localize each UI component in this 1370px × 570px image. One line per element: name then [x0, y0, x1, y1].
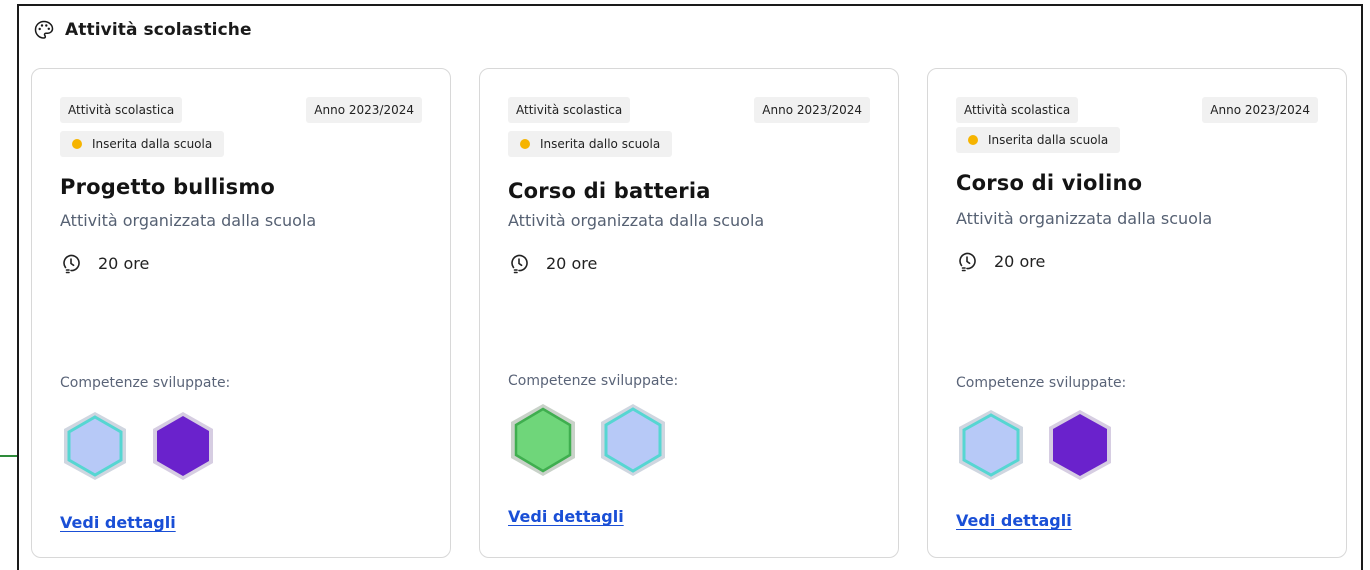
- competenze-list: [60, 409, 216, 483]
- section-header: Attività scolastiche: [33, 19, 252, 41]
- activity-subtitle: Attività organizzata dalla scuola: [508, 211, 765, 230]
- palette-icon: [34, 20, 54, 39]
- details-link[interactable]: Vedi dettagli: [60, 513, 176, 532]
- activity-title: Corso di violino: [956, 171, 1143, 195]
- status-dot-icon: [520, 139, 530, 149]
- hours-row: 20 ore: [60, 252, 422, 274]
- activities-panel: Attività scolastiche Attività scolastica…: [17, 4, 1363, 570]
- activity-card: Attività scolastica Anno 2023/2024 Inser…: [479, 68, 899, 558]
- light-blue-hexagon-icon[interactable]: [598, 401, 668, 479]
- status-badge: Inserita dallo scuola: [508, 131, 673, 157]
- activity-title: Corso di batteria: [508, 179, 711, 203]
- hours-value: 20 ore: [546, 253, 598, 273]
- competenze-label: Competenze sviluppate:: [508, 373, 679, 389]
- status-label: Inserita dalla scuola: [988, 133, 1109, 147]
- green-hexagon-icon[interactable]: [508, 401, 578, 479]
- light-blue-hexagon-icon[interactable]: [956, 407, 1026, 483]
- year-tag: Anno 2023/2024: [1202, 97, 1318, 123]
- status-dot-icon: [72, 139, 82, 149]
- details-link[interactable]: Vedi dettagli: [508, 507, 624, 526]
- light-blue-hexagon-icon[interactable]: [60, 409, 130, 483]
- hours-row: 20 ore: [508, 252, 870, 274]
- clock-history-icon: [63, 254, 80, 274]
- activity-card: Attività scolastica Anno 2023/2024 Inser…: [31, 68, 451, 558]
- details-link[interactable]: Vedi dettagli: [956, 511, 1072, 530]
- status-label: Inserita dallo scuola: [540, 137, 661, 151]
- clock-history-icon: [959, 252, 976, 272]
- status-badge: Inserita dalla scuola: [956, 127, 1121, 153]
- year-tag: Anno 2023/2024: [306, 97, 422, 123]
- status-dot-icon: [968, 135, 978, 145]
- status-label: Inserita dalla scuola: [92, 137, 213, 151]
- competenze-label: Competenze sviluppate:: [956, 375, 1127, 391]
- purple-hexagon-icon[interactable]: [1046, 407, 1114, 483]
- hours-row: 20 ore: [956, 250, 1318, 272]
- hours-value: 20 ore: [98, 253, 150, 273]
- section-title: Attività scolastiche: [65, 20, 252, 40]
- year-tag: Anno 2023/2024: [754, 97, 870, 123]
- purple-hexagon-icon[interactable]: [150, 409, 216, 483]
- clock-history-icon: [511, 254, 528, 274]
- activity-subtitle: Attività organizzata dalla scuola: [956, 209, 1213, 228]
- activity-subtitle: Attività organizzata dalla scuola: [60, 211, 317, 230]
- activity-card: Attività scolastica Anno 2023/2024 Inser…: [927, 68, 1347, 558]
- competenze-list: [508, 401, 668, 479]
- hours-value: 20 ore: [994, 251, 1046, 271]
- status-badge: Inserita dalla scuola: [60, 131, 225, 157]
- activity-type-tag: Attività scolastica: [60, 97, 183, 123]
- activity-type-tag: Attività scolastica: [956, 97, 1079, 123]
- competenze-list: [956, 407, 1114, 483]
- competenze-label: Competenze sviluppate:: [60, 375, 231, 391]
- activity-title: Progetto bullismo: [60, 175, 276, 199]
- activity-type-tag: Attività scolastica: [508, 97, 631, 123]
